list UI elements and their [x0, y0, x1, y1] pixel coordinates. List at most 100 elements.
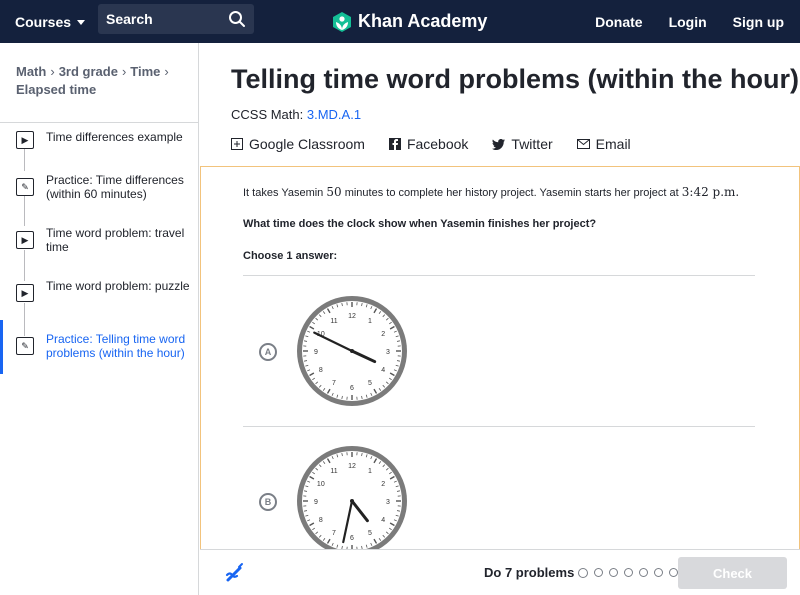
sidebar-item-label: Time differences example	[46, 130, 183, 144]
clock-numeral: 8	[319, 517, 323, 524]
progress-dot	[624, 568, 633, 577]
question-part: minutes to complete her history project.…	[341, 187, 682, 199]
search-label: Search	[106, 11, 153, 27]
login-link[interactable]: Login	[669, 14, 707, 30]
choice-b-radio[interactable]: B	[259, 493, 277, 511]
clock-numeral: 5	[368, 380, 372, 387]
exercise-panel	[200, 166, 800, 595]
clock-numeral: 1	[368, 318, 372, 325]
chevron-right-icon: ›	[121, 64, 127, 79]
breadcrumb-elapsed-time[interactable]: Elapsed time	[16, 82, 96, 97]
progress-dot	[578, 568, 588, 578]
play-icon: ▶	[16, 284, 34, 302]
chevron-down-icon	[77, 20, 86, 25]
progress-dot	[639, 568, 648, 577]
sidebar-track-line	[24, 250, 25, 281]
breadcrumb: Math › 3rd grade › Time › Elapsed time	[16, 63, 191, 99]
donate-link[interactable]: Donate	[595, 14, 642, 30]
check-button[interactable]: Check	[678, 557, 787, 589]
share-facebook-label: Facebook	[406, 136, 469, 152]
search-input[interactable]: Search	[98, 4, 254, 34]
clock-numeral: 9	[314, 499, 318, 506]
question-start-time: 3:42 p.m.	[681, 185, 740, 199]
sidebar-item-label: Practice: Telling time word problems (wi…	[46, 332, 186, 360]
chevron-right-icon: ›	[50, 64, 55, 79]
sidebar-divider	[0, 122, 199, 123]
clock-choice-a[interactable]: 123456789101112	[295, 294, 409, 408]
sidebar-item-label: Time word problem: puzzle	[46, 279, 190, 293]
twitter-icon	[492, 138, 506, 150]
clock-choice-b[interactable]: 123456789101112	[295, 444, 409, 558]
choice-a-radio[interactable]: A	[259, 343, 277, 361]
share-twitter[interactable]: Twitter	[492, 136, 553, 152]
clock-numeral: 6	[350, 385, 354, 392]
question-part: It takes Yasemin	[243, 187, 327, 199]
facebook-icon	[388, 138, 401, 150]
clock-numeral: 9	[314, 349, 318, 356]
sidebar-item-label: Time word problem: travel time	[46, 226, 185, 254]
choice-divider	[243, 275, 755, 276]
signup-link[interactable]: Sign up	[733, 14, 784, 30]
courses-menu[interactable]: Courses	[15, 0, 86, 43]
clock-center	[350, 499, 354, 503]
clock-numeral: 12	[348, 313, 356, 320]
sidebar-track-line	[24, 303, 25, 336]
exercise-footer: Do 7 problems Check	[200, 549, 800, 595]
clock-numeral: 6	[350, 535, 354, 542]
clock-numeral: 4	[381, 367, 385, 374]
choose-instruction: Choose 1 answer:	[243, 250, 338, 262]
search-icon[interactable]	[228, 10, 246, 28]
sidebar-track-line	[24, 196, 25, 226]
share-facebook[interactable]: Facebook	[388, 136, 469, 152]
clock-numeral: 1	[368, 468, 372, 475]
clock-center	[350, 349, 354, 353]
courses-label: Courses	[15, 13, 72, 30]
progress-dot	[609, 568, 618, 577]
progress-label: Do 7 problems	[484, 565, 575, 580]
ccss-code-link[interactable]: 3.MD.A.1	[307, 107, 361, 122]
ccss-label: CCSS Math:	[231, 107, 304, 122]
breadcrumb-math[interactable]: Math	[16, 64, 46, 79]
top-nav-bar: Courses Search Khan Academy Donate Login…	[0, 0, 800, 43]
share-bar: Google Classroom Facebook Twitter Email	[231, 136, 631, 152]
nav-right-links: Donate Login Sign up	[595, 0, 784, 43]
pencil-icon: ✎	[16, 178, 34, 196]
share-twitter-label: Twitter	[511, 136, 553, 152]
question-minutes: 50	[326, 185, 342, 199]
ccss-standard: CCSS Math: 3.MD.A.1	[231, 107, 361, 122]
progress-dot	[669, 568, 678, 577]
question-text: It takes Yasemin 50 minutes to complete …	[243, 185, 739, 199]
clock-numeral: 5	[368, 530, 372, 537]
clock-numeral: 10	[317, 481, 325, 488]
clock-numeral: 3	[386, 499, 390, 506]
play-icon: ▶	[16, 131, 34, 149]
choice-divider	[243, 426, 755, 427]
page-title: Telling time word problems (within the h…	[231, 64, 799, 94]
share-email[interactable]: Email	[576, 136, 631, 152]
clock-numeral: 7	[332, 530, 336, 537]
question-prompt: What time does the clock show when Yasem…	[243, 218, 597, 230]
clock-numeral: 4	[381, 517, 385, 524]
play-icon: ▶	[16, 231, 34, 249]
sidebar-item-label: Practice: Time differences (within 60 mi…	[46, 173, 184, 201]
email-icon	[576, 139, 590, 149]
progress-dot	[594, 568, 603, 577]
share-google-label: Google Classroom	[249, 136, 365, 152]
clock-numeral: 12	[348, 463, 356, 470]
share-google-classroom[interactable]: Google Classroom	[231, 136, 365, 152]
clock-numeral: 8	[319, 367, 323, 374]
sidebar: Math › 3rd grade › Time › Elapsed time ▶ Time …	[0, 43, 199, 595]
logo-text: Khan Academy	[358, 11, 488, 31]
chevron-right-icon: ›	[164, 64, 169, 79]
khan-academy-leaf-icon	[333, 11, 351, 32]
clock-numeral: 11	[330, 318, 337, 325]
pencil-icon: ✎	[16, 337, 34, 355]
breadcrumb-time[interactable]: Time	[130, 64, 160, 79]
clock-numeral: 2	[381, 331, 385, 338]
clock-numeral: 7	[332, 380, 336, 387]
khan-academy-logo[interactable]: Khan Academy	[332, 0, 487, 43]
clock-numeral: 11	[330, 468, 337, 475]
breadcrumb-3rd-grade[interactable]: 3rd grade	[59, 64, 118, 79]
progress-dot	[654, 568, 663, 577]
scratchpad-pencil-icon[interactable]	[224, 562, 246, 584]
